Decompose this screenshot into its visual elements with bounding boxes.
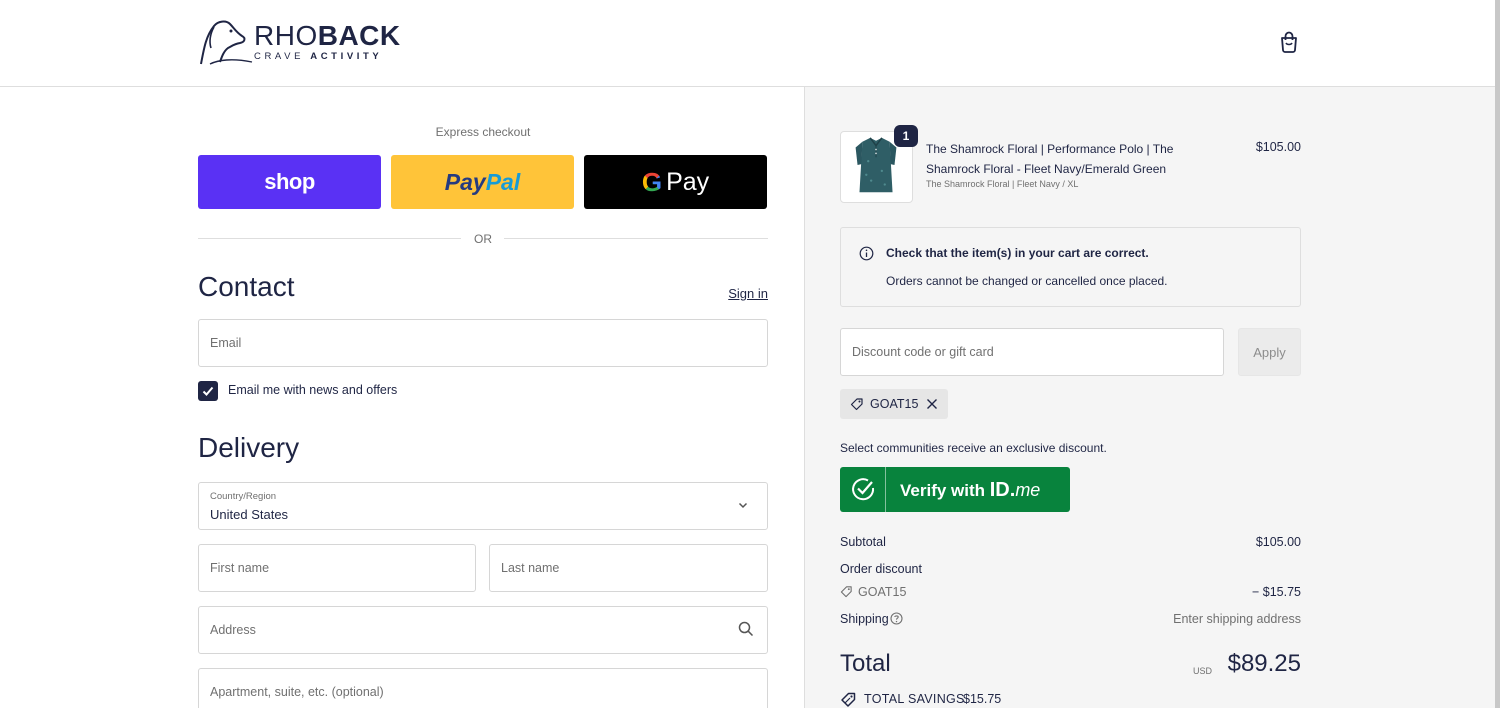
apply-discount-button[interactable]: Apply (1238, 328, 1301, 376)
page-scrollbar[interactable] (1495, 0, 1500, 708)
paypal-label-part1: Pay (444, 168, 486, 195)
product-variant: The Shamrock Floral | Fleet Navy / XL (926, 179, 1079, 189)
savings-tag-icon (841, 692, 856, 707)
summary-discount-code: GOAT15 (858, 585, 907, 599)
idme-label: Verify with ID.me (900, 479, 1041, 501)
idme-check-container (840, 467, 886, 512)
delivery-heading: Delivery (198, 432, 300, 463)
country-value: United States (210, 507, 289, 522)
divider-line-right (504, 238, 768, 239)
logo-tagline: CRAVE ACTIVITY (254, 51, 383, 62)
logo-wordmark: RHOBACK CRAVE ACTIVITY (254, 20, 401, 63)
or-divider: OR (198, 231, 768, 247)
google-g-icon: G (641, 166, 663, 197)
site-header: RHOBACK CRAVE ACTIVITY (0, 0, 1500, 87)
shipping-label: Shipping (840, 612, 889, 626)
total-savings-label: TOTAL SAVINGS (864, 692, 965, 706)
apartment-field[interactable]: Apartment, suite, etc. (optional) (198, 668, 768, 708)
applied-discount-code: GOAT15 (870, 397, 919, 411)
product-title: The Shamrock Floral | Performance Polo |… (926, 142, 1174, 176)
notice-body: Orders cannot be changed or cancelled on… (886, 274, 1168, 288)
or-text: OR (474, 232, 492, 246)
subtotal-label: Subtotal (840, 535, 886, 549)
email-field[interactable]: Email (198, 319, 768, 367)
country-label: Country/Region (210, 491, 277, 502)
tag-icon (850, 398, 863, 411)
paypal-label-part2: Pal (485, 168, 521, 195)
discount-placeholder: Discount code or gift card (852, 345, 994, 359)
rhoback-logo[interactable]: RHOBACK CRAVE ACTIVITY (198, 18, 400, 66)
product-price: $105.00 (1255, 140, 1301, 154)
discount-tag-icon (840, 586, 852, 598)
order-discount-label: Order discount (840, 562, 922, 576)
discount-code-field[interactable]: Discount code or gift card (840, 328, 1224, 376)
logo-brand-name: RHOBACK (254, 20, 401, 51)
sign-in-link[interactable]: Sign in (700, 286, 768, 301)
google-pay-button[interactable]: G Pay (584, 155, 767, 209)
applied-discount-chip: GOAT15 (840, 389, 948, 419)
chevron-down-icon (738, 502, 748, 509)
paypal-button[interactable]: Pay Pal (391, 155, 574, 209)
last-name-placeholder: Last name (501, 561, 560, 575)
shop-pay-button[interactable]: shop (198, 155, 381, 209)
total-label: Total (840, 650, 891, 677)
check-circle-icon (852, 478, 875, 501)
last-name-field[interactable]: Last name (489, 544, 768, 592)
newsletter-label: Email me with news and offers (228, 383, 398, 397)
discount-amount: − $15.75 (1251, 585, 1301, 599)
question-mark-icon[interactable] (890, 612, 903, 625)
communities-text: Select communities receive an exclusive … (840, 441, 1107, 455)
cart-notice: Check that the item(s) in your cart are … (840, 227, 1301, 307)
search-icon[interactable] (738, 621, 754, 637)
contact-heading: Contact (198, 271, 295, 302)
dog-logo-icon (200, 20, 253, 65)
remove-discount-icon[interactable] (925, 397, 939, 411)
address-placeholder: Address (210, 623, 256, 637)
info-icon (859, 246, 874, 261)
google-pay-label: Pay (666, 167, 710, 196)
apartment-placeholder: Apartment, suite, etc. (optional) (210, 685, 384, 699)
address-field[interactable]: Address (198, 606, 768, 654)
total-savings-value: $15.75 (963, 692, 1002, 706)
express-checkout-label: Express checkout (435, 125, 531, 139)
first-name-placeholder: First name (210, 561, 270, 575)
shopping-bag-icon[interactable] (1279, 31, 1299, 53)
verify-idme-button[interactable]: Verify with ID.me (840, 467, 1070, 512)
notice-title: Check that the item(s) in your cart are … (886, 246, 1149, 260)
country-select[interactable]: Country/Region United States (198, 482, 768, 530)
checkmark-icon (202, 386, 214, 396)
first-name-field[interactable]: First name (198, 544, 476, 592)
quantity-badge: 1 (894, 125, 918, 147)
email-placeholder: Email (210, 336, 242, 350)
subtotal-value: $105.00 (1255, 535, 1301, 549)
newsletter-checkbox[interactable] (198, 381, 218, 401)
shipping-value: Enter shipping address (1173, 612, 1301, 626)
total-value: $89.25 (1227, 650, 1301, 677)
